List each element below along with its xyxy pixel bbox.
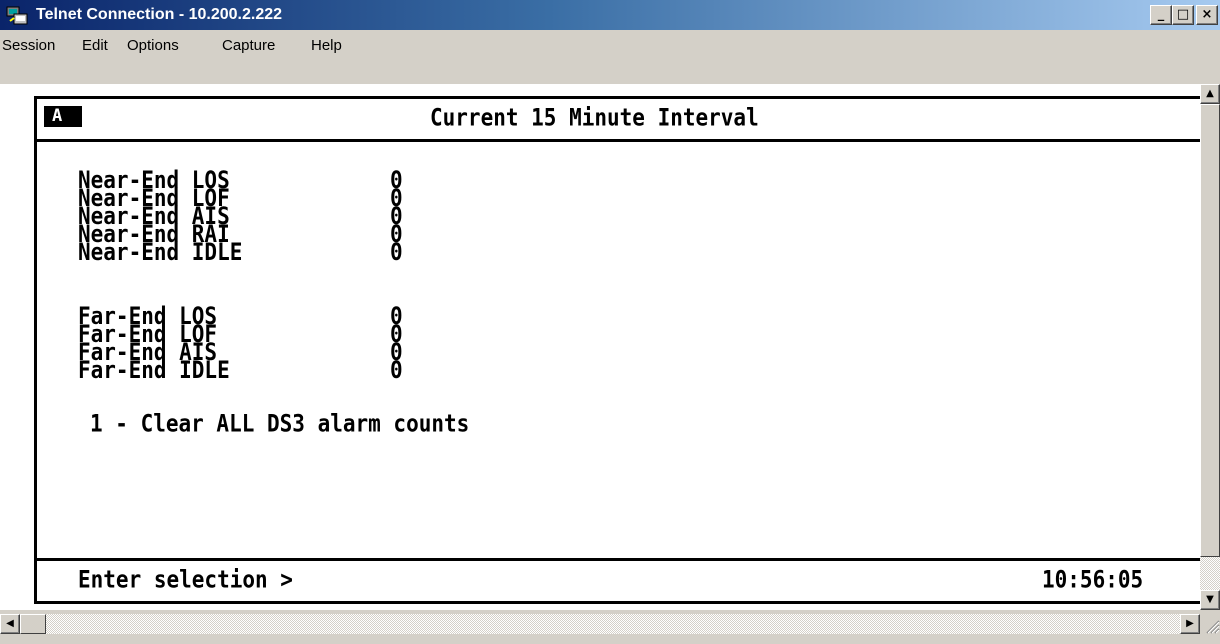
near-end-idle-value: 0 xyxy=(390,238,403,266)
minimize-button[interactable]: _ xyxy=(1150,5,1172,25)
horizontal-scroll-thumb[interactable] xyxy=(20,614,46,634)
telnet-window: Telnet Connection - 10.200.2.222 _ □ × S… xyxy=(0,0,1220,644)
scroll-right-icon[interactable]: ▶ xyxy=(1180,614,1200,634)
title-bar[interactable]: Telnet Connection - 10.200.2.222 _ □ × xyxy=(0,0,1220,30)
far-end-idle-label: Far-End IDLE xyxy=(78,356,230,384)
window-title: Telnet Connection - 10.200.2.222 xyxy=(36,6,283,23)
header-divider xyxy=(34,139,1200,142)
screen-header: Current 15 Minute Interval xyxy=(430,103,759,132)
menu-session[interactable]: Session xyxy=(2,37,55,55)
footer-divider xyxy=(34,558,1200,561)
scroll-down-icon[interactable]: ▼ xyxy=(1200,590,1220,610)
terminal-screen[interactable]: A Current 15 Minute Interval Near-End LO… xyxy=(0,84,1200,610)
selection-prompt[interactable]: Enter selection > xyxy=(78,567,293,591)
scroll-up-icon[interactable]: ▲ xyxy=(1200,84,1220,104)
clock-display: 10:56:05 xyxy=(1042,565,1144,594)
maximize-button[interactable]: □ xyxy=(1172,5,1194,25)
menu-bar: Session Edit Options Capture Help xyxy=(0,30,1220,60)
clear-alarms-option[interactable]: 1 - Clear ALL DS3 alarm counts xyxy=(90,411,469,435)
menu-edit[interactable]: Edit xyxy=(82,37,108,55)
menu-help[interactable]: Help xyxy=(311,37,342,55)
telnet-app-icon xyxy=(6,6,28,25)
resize-grip-icon[interactable] xyxy=(1200,614,1220,634)
scroll-left-icon[interactable]: ◀ xyxy=(0,614,20,634)
near-end-idle-label: Near-End IDLE xyxy=(78,238,243,266)
session-badge: A xyxy=(44,106,82,127)
menu-capture[interactable]: Capture xyxy=(222,37,275,55)
horizontal-scrollbar[interactable] xyxy=(20,614,1180,634)
menu-options[interactable]: Options xyxy=(127,37,179,55)
far-end-idle-value: 0 xyxy=(390,356,403,384)
vertical-scroll-thumb[interactable] xyxy=(1200,104,1220,557)
close-button[interactable]: × xyxy=(1196,5,1218,25)
